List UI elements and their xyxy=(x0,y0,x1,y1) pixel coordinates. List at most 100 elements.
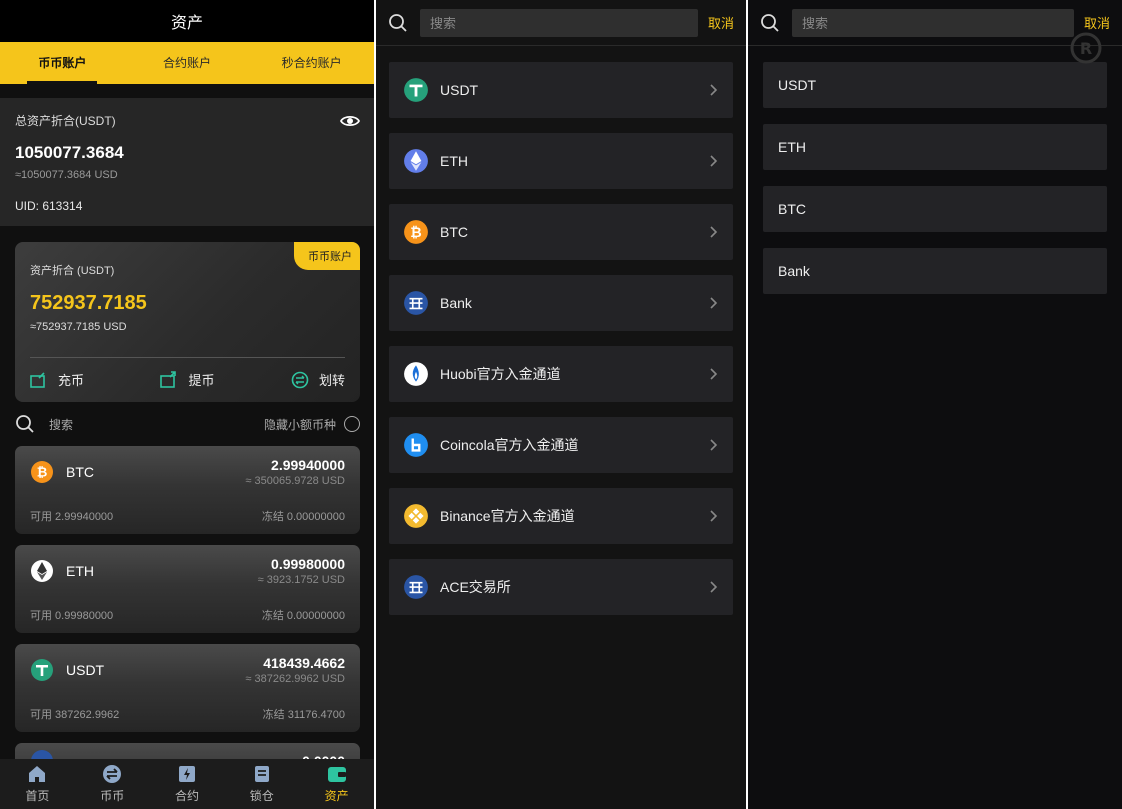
search-icon[interactable] xyxy=(388,13,408,33)
hide-small-balances-toggle[interactable]: 隐藏小额币种 xyxy=(264,416,360,433)
coin-search-row: 搜索 隐藏小额币种 xyxy=(15,412,360,436)
spot-account-card: 币币账户 资产折合 (USDT) 752937.7185 ≈752937.718… xyxy=(15,242,360,402)
channel-item-binance[interactable]: Binance官方入金通道 xyxy=(389,488,733,544)
contract-icon xyxy=(178,766,195,782)
coin-balance: 2.99940000 xyxy=(271,457,345,473)
lock-icon xyxy=(254,766,269,782)
channel-label: ACE交易所 xyxy=(440,579,511,595)
nav-lock[interactable]: 锁仓 xyxy=(224,759,299,809)
deposit-label: 充币 xyxy=(58,373,85,388)
transfer-label: 划转 xyxy=(318,373,345,388)
page-header: 资产 xyxy=(0,0,374,42)
coin-frozen: 冻结 31176.4700 xyxy=(262,709,345,721)
chevron-right-icon xyxy=(710,510,718,522)
channel-label: ETH xyxy=(440,153,468,169)
radio-icon[interactable] xyxy=(344,416,360,432)
channel-search-input[interactable]: 搜索 xyxy=(420,8,698,37)
coin-available: 可用 0.99980000 xyxy=(30,610,114,622)
channel-item-bank[interactable]: Bank xyxy=(763,248,1107,294)
chevron-right-icon xyxy=(710,368,718,380)
svg-text:₿: ₿ xyxy=(37,466,48,481)
channel-item-eth[interactable]: ETH xyxy=(763,124,1107,170)
nav-label: 锁仓 xyxy=(249,789,274,803)
wallet-icon xyxy=(327,767,346,782)
channel-item-btc[interactable]: BTC xyxy=(763,186,1107,232)
channel-search-bar: 搜索 取消 xyxy=(748,0,1122,46)
ethereum-icon xyxy=(404,149,428,173)
bottom-nav: 首页 币币 合约 锁仓 资产 xyxy=(0,759,374,809)
channel-item-usdt[interactable]: USDT xyxy=(389,62,733,118)
deposit-icon xyxy=(30,371,45,388)
cancel-button[interactable]: 取消 xyxy=(708,13,734,32)
withdraw-button[interactable]: 提币 xyxy=(160,370,215,389)
bitcoin-icon: ₿ xyxy=(31,461,53,483)
channel-item-btc[interactable]: ₿ BTC xyxy=(389,204,733,260)
chevron-right-icon xyxy=(710,226,718,238)
nav-home[interactable]: 首页 xyxy=(0,759,75,809)
tab-contract-account[interactable]: 合约账户 xyxy=(125,42,250,84)
nav-contract[interactable]: 合约 xyxy=(150,759,225,809)
channel-list: USDT ETH BTC Bank xyxy=(748,46,1122,294)
page-title: 资产 xyxy=(170,15,203,32)
svg-text:R: R xyxy=(1080,39,1092,58)
nav-assets[interactable]: 资产 xyxy=(299,759,374,809)
chevron-right-icon xyxy=(710,155,718,167)
transfer-button[interactable]: 划转 xyxy=(291,370,345,389)
channel-item-usdt[interactable]: USDT xyxy=(763,62,1107,108)
channel-search-bar: 搜索 取消 xyxy=(376,0,746,46)
channel-label: Binance官方入金通道 xyxy=(440,508,575,524)
search-icon[interactable] xyxy=(15,414,35,434)
nav-spot[interactable]: 币币 xyxy=(75,759,150,809)
coin-card-btc[interactable]: ₿ BTC 2.99940000 ≈ 350065.9728 USD 可用 2.… xyxy=(15,446,360,534)
channel-list: USDT ETH ₿ BTC Bank Huobi官方入金通道 Coincola… xyxy=(376,46,746,615)
coin-card-eth[interactable]: ETH 0.99980000 ≈ 3923.1752 USD 可用 0.9998… xyxy=(15,545,360,633)
coin-card-usdt[interactable]: USDT 418439.4662 ≈ 387262.9962 USD 可用 38… xyxy=(15,644,360,732)
channel-search-input[interactable]: 搜索 xyxy=(792,8,1074,37)
eye-icon[interactable] xyxy=(340,114,360,128)
channel-item-bank[interactable]: Bank xyxy=(389,275,733,331)
nav-label: 合约 xyxy=(174,789,199,803)
account-actions: 充币 提币 划转 xyxy=(30,357,345,389)
channel-item-huobi[interactable]: Huobi官方入金通道 xyxy=(389,346,733,402)
channel-label: BTC xyxy=(440,224,468,240)
binance-icon xyxy=(404,504,428,528)
cancel-button[interactable]: 取消 xyxy=(1084,13,1110,32)
tether-icon xyxy=(404,78,428,102)
chevron-right-icon xyxy=(710,439,718,451)
huobi-icon xyxy=(404,362,428,386)
nav-label: 资产 xyxy=(324,789,349,803)
exchange-icon xyxy=(103,765,122,783)
nav-label: 币币 xyxy=(100,789,125,803)
registered-mark-icon: R xyxy=(1070,32,1102,64)
total-assets-usd: ≈1050077.3684 USD xyxy=(15,169,118,181)
deposit-button[interactable]: 充币 xyxy=(30,370,84,389)
channel-label: Huobi官方入金通道 xyxy=(440,366,561,382)
ace-exchange-icon xyxy=(404,575,428,599)
chevron-right-icon xyxy=(710,297,718,309)
withdraw-channel-panel: 搜索 取消 R USDT ETH BTC Bank xyxy=(748,0,1122,809)
coin-usd-value: ≈ 3923.1752 USD xyxy=(257,574,345,586)
account-badge: 币币账户 xyxy=(294,242,360,270)
account-assets-amount: 752937.7185 xyxy=(30,292,147,314)
coin-frozen: 冻结 0.00000000 xyxy=(261,511,345,523)
assets-panel: 资产 币币账户 合约账户 秒合约账户 总资产折合(USDT) 1050077.3… xyxy=(0,0,374,809)
withdraw-icon xyxy=(160,370,177,388)
tether-icon xyxy=(31,659,53,681)
coin-search-input[interactable]: 搜索 xyxy=(49,416,73,433)
ethereum-icon xyxy=(31,560,53,582)
hide-small-balances-label: 隐藏小额币种 xyxy=(263,417,336,432)
coin-usd-value: ≈ 387262.9962 USD xyxy=(245,673,345,685)
coin-name: ETH xyxy=(66,563,94,579)
channel-label: USDT xyxy=(440,82,479,98)
channel-item-eth[interactable]: ETH xyxy=(389,133,733,189)
channel-item-coincola[interactable]: Coincola官方入金通道 xyxy=(389,417,733,473)
channel-item-ace[interactable]: ACE交易所 xyxy=(389,559,733,615)
channel-label: Coincola官方入金通道 xyxy=(440,437,579,453)
coin-usd-value: ≈ 350065.9728 USD xyxy=(245,475,345,487)
withdraw-label: 提币 xyxy=(188,373,215,388)
search-icon[interactable] xyxy=(760,13,780,33)
tab-spot-account[interactable]: 币币账户 xyxy=(0,42,125,84)
account-assets-usd: ≈752937.7185 USD xyxy=(30,321,127,333)
tab-second-contract-account[interactable]: 秒合约账户 xyxy=(249,42,374,84)
total-assets-label: 总资产折合(USDT) xyxy=(15,114,116,128)
